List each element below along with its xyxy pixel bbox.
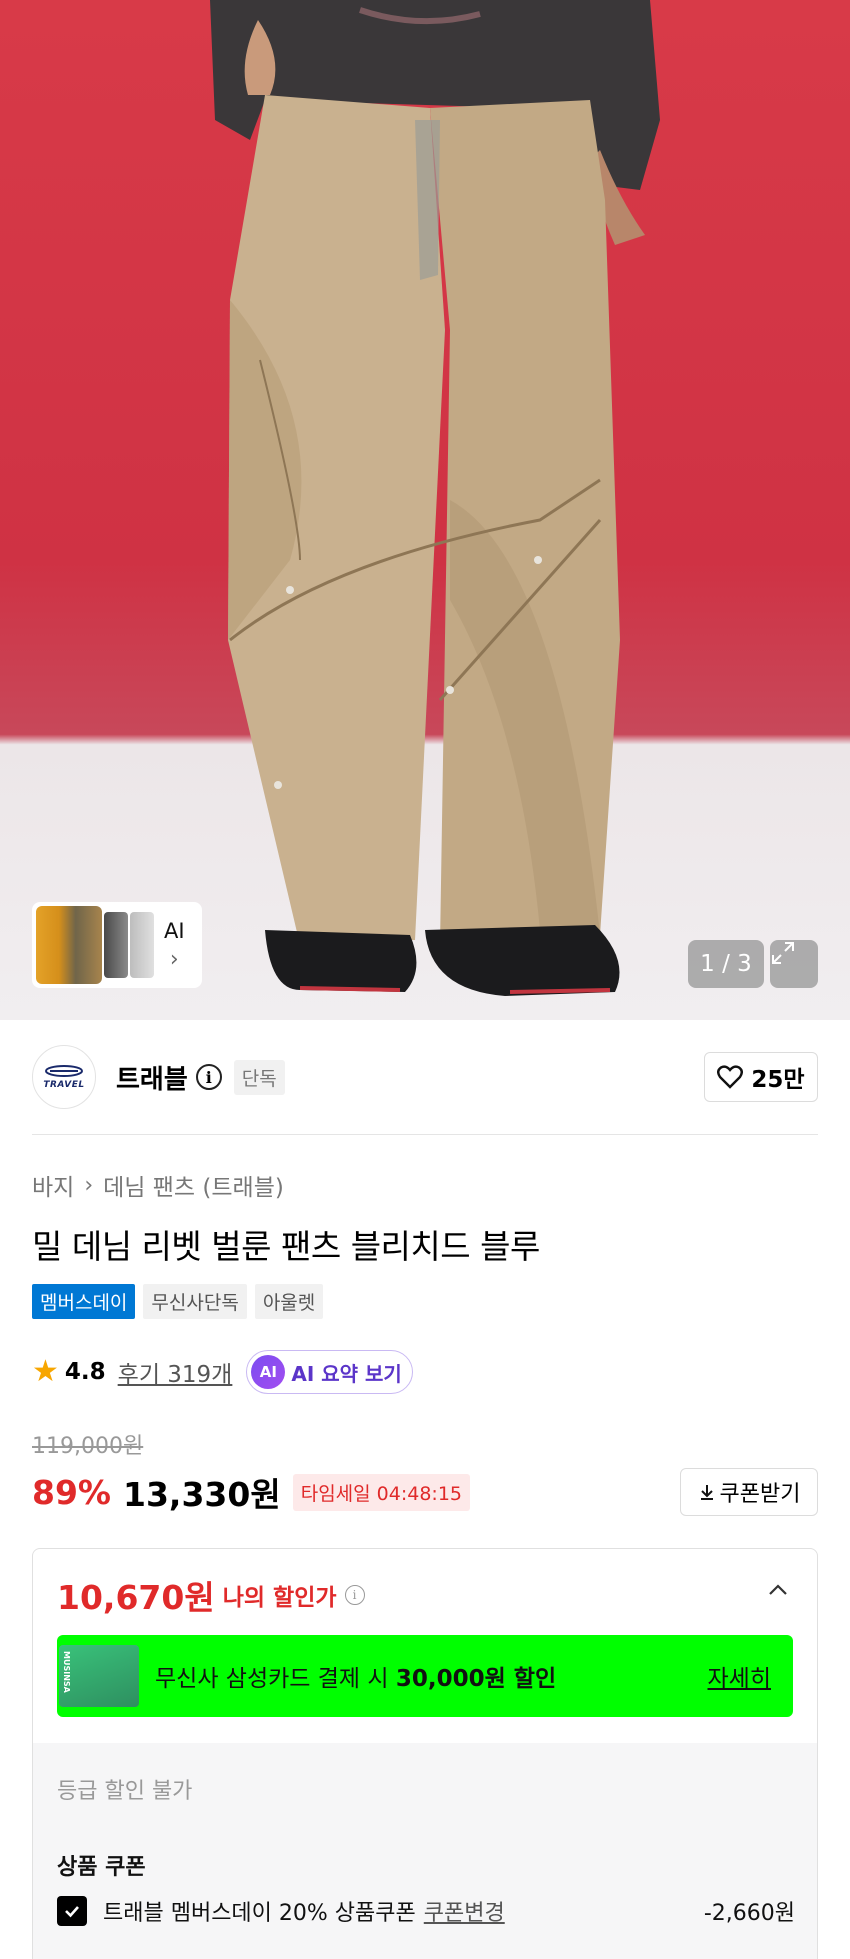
rating-row: ★ 4.8 후기 319개 AI AI 요약 보기	[32, 1350, 413, 1394]
my-price-row: 10,670원 나의 할인가 i	[57, 1571, 365, 1619]
brand-row: TRAVEL 트래블 i 단독 25만	[32, 1045, 818, 1109]
ai-summary-label: AI 요약 보기	[291, 1361, 402, 1386]
get-coupon-button[interactable]: 쿠폰받기	[680, 1468, 818, 1516]
ai-icon: AI	[251, 1355, 286, 1389]
tag-membersday: 멤버스데이	[32, 1284, 136, 1319]
thumbnail-strip[interactable]: AI ›	[32, 902, 202, 988]
thumbnail-image-3[interactable]	[130, 912, 154, 978]
time-sale-badge: 타임세일 04:48:15	[292, 1473, 471, 1511]
thumbnail-image-2[interactable]	[104, 912, 128, 978]
product-tags: 멤버스데이 무신사단독 아울렛	[32, 1284, 324, 1319]
product-title: 밀 데님 리벳 벌룬 팬츠 블리치드 블루	[32, 1227, 540, 1266]
grade-discount-notice: 등급 할인 불가	[57, 1779, 193, 1804]
card-promo-banner[interactable]: MUSINSA 무신사 삼성카드 결제 시 30,000원 할인 자세히	[57, 1635, 793, 1717]
get-coupon-label: 쿠폰받기	[719, 1482, 801, 1507]
brand-logo[interactable]: TRAVEL	[32, 1045, 96, 1109]
discount-rate: 89%	[32, 1472, 111, 1512]
card-promo-prefix: 무신사 삼성카드 결제 시	[155, 1666, 396, 1692]
tag-exclusive: 무신사단독	[143, 1284, 247, 1319]
image-counter: 1 / 3	[688, 940, 764, 988]
ai-summary-button[interactable]: AI AI 요약 보기	[246, 1350, 413, 1394]
chevron-right-icon: ›	[84, 1172, 94, 1198]
product-photo	[210, 0, 660, 996]
card-image: MUSINSA	[59, 1645, 139, 1707]
sale-price: 13,330원	[123, 1475, 281, 1514]
expand-icon[interactable]	[770, 940, 818, 988]
price-row: 89% 13,330원 타임세일 04:48:15	[32, 1470, 471, 1514]
star-icon: ★	[32, 1354, 59, 1389]
product-image[interactable]: AI › 1 / 3	[0, 0, 850, 1020]
discount-details: 등급 할인 불가 상품 쿠폰 트래블 멤버스데이 20% 상품쿠폰 쿠폰변경 -…	[33, 1743, 817, 1959]
breadcrumb-category[interactable]: 바지	[32, 1168, 74, 1202]
chevron-right-icon: ›	[169, 946, 179, 972]
product-coupon-heading: 상품 쿠폰	[57, 1855, 146, 1880]
divider	[32, 1134, 818, 1135]
rating-score: 4.8	[64, 1359, 106, 1385]
thumbnail-image[interactable]	[36, 906, 102, 984]
card-promo-text: 무신사 삼성카드 결제 시 30,000원 할인	[155, 1659, 556, 1693]
coupon-row: 트래블 멤버스데이 20% 상품쿠폰 쿠폰변경 -2,660원	[57, 1895, 795, 1927]
review-link[interactable]: 후기 319개	[118, 1355, 233, 1389]
like-button[interactable]: 25만	[704, 1052, 818, 1102]
brand-logo-mark	[45, 1065, 83, 1077]
download-icon	[700, 1485, 713, 1500]
card-promo-amount: 30,000원 할인	[395, 1666, 557, 1692]
exclusive-badge: 단독	[233, 1059, 285, 1095]
card-image-text: MUSINSA	[62, 1651, 71, 1693]
info-icon[interactable]: i	[344, 1585, 365, 1605]
breadcrumb: 바지 › 데님 팬츠 (트래블)	[32, 1168, 284, 1202]
breadcrumb-subcategory[interactable]: 데님 팬츠 (트래블)	[103, 1168, 284, 1202]
card-promo-details-link[interactable]: 자세히	[708, 1659, 771, 1693]
coupon-name: 트래블 멤버스데이 20% 상품쿠폰	[103, 1901, 416, 1926]
like-count: 25만	[751, 1067, 805, 1093]
brand-logo-text: TRAVEL	[43, 1080, 85, 1090]
coupon-amount: -2,660원	[703, 1901, 795, 1926]
original-price: 119,000원	[32, 1434, 144, 1459]
info-icon[interactable]: i	[195, 1064, 222, 1090]
my-price-label: 나의 할인가	[222, 1585, 337, 1611]
check-icon	[65, 1906, 79, 1918]
heart-icon	[717, 1065, 744, 1089]
coupon-checkbox[interactable]	[57, 1896, 87, 1926]
chevron-up-icon[interactable]	[767, 1579, 789, 1601]
change-coupon-link[interactable]: 쿠폰변경	[424, 1895, 505, 1927]
ai-thumbnail-link[interactable]: AI ›	[164, 919, 185, 972]
ai-label: AI	[164, 918, 185, 943]
tag-outlet: 아울렛	[254, 1284, 324, 1319]
benefit-panel: 10,670원 나의 할인가 i MUSINSA 무신사 삼성카드 결제 시 3…	[32, 1548, 818, 1959]
brand-name[interactable]: 트래블	[116, 1059, 188, 1096]
my-discount-price: 10,670원	[57, 1578, 215, 1617]
